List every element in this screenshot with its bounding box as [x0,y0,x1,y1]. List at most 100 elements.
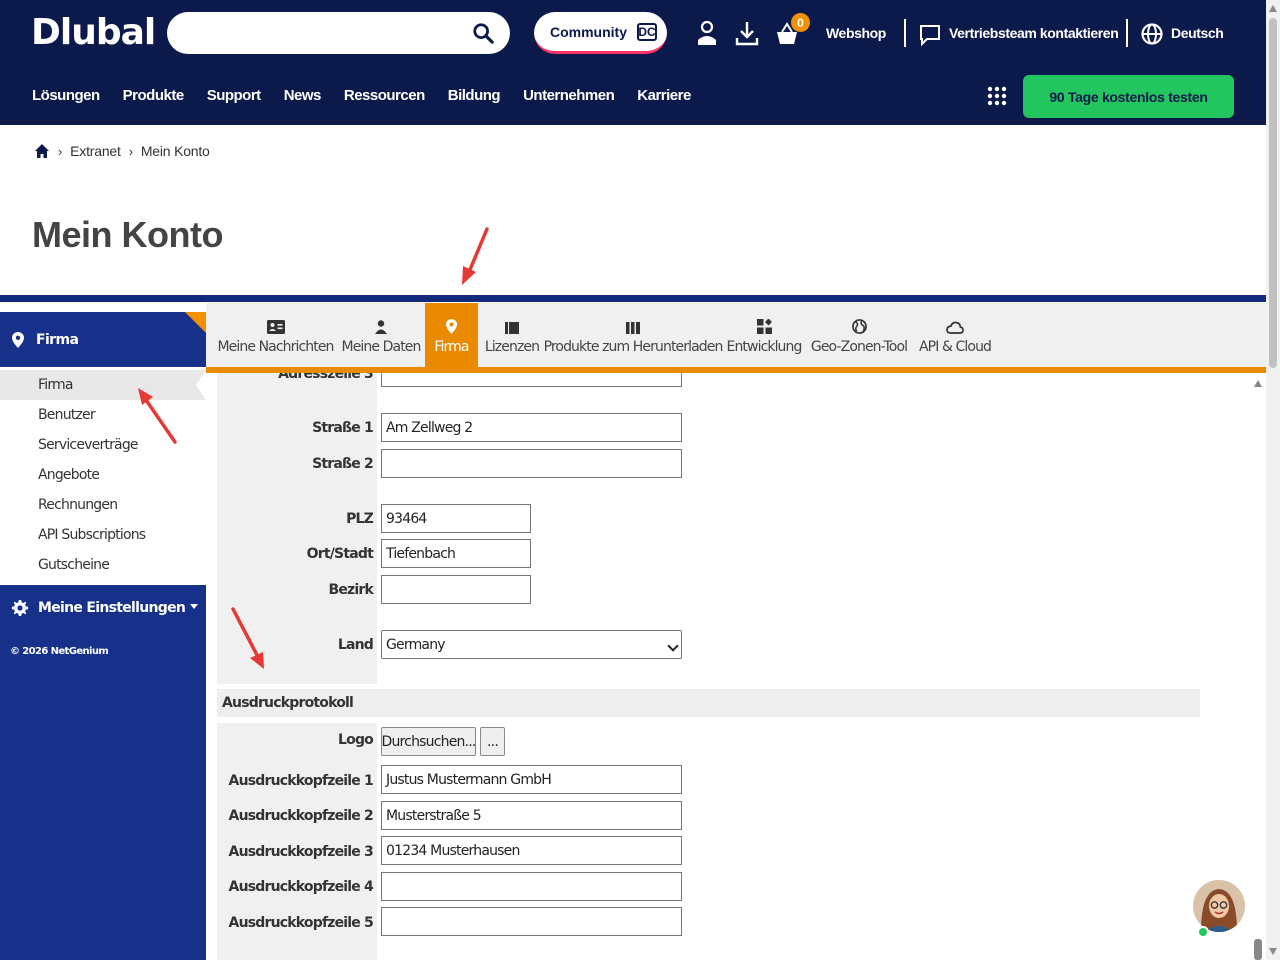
sidebar-section-firma[interactable]: Firma [0,312,206,367]
sidebar-item-servicevertraege[interactable]: Serviceverträge [0,430,206,460]
nav-loesungen[interactable]: Lösungen [32,87,100,104]
sidebar-section-label: Firma [36,331,79,348]
sidebar-item-gutscheine[interactable]: Gutscheine [0,550,206,580]
community-button[interactable]: Community DC [534,12,667,54]
dlubal-logo[interactable]: Dlubal [31,12,156,53]
address3-label: Adresszeile 3 [278,373,374,382]
scroll-up-icon[interactable] [1269,5,1277,12]
tab-label: Entwicklung [726,339,803,355]
tab-entwicklung[interactable]: Entwicklung [727,303,802,367]
more-options-button[interactable]: ... [480,727,505,756]
company-form: Adresszeile 3 Straße 1 Am Zellweg 2 Stra… [206,373,1251,960]
nav-produkte[interactable]: Produkte [123,87,185,104]
main-nav: Lösungen Produkte Support News Ressource… [32,87,691,104]
print-header-5-field[interactable] [381,907,682,936]
sidebar-item-rechnungen[interactable]: Rechnungen [0,490,206,520]
city-field[interactable]: Tiefenbach [381,539,531,568]
online-status-indicator [1197,926,1209,938]
list-icon [505,322,519,334]
page-scroll-thumb[interactable] [1269,18,1277,368]
download-icon[interactable] [735,20,759,46]
tab-api-cloud[interactable]: API & Cloud [918,303,992,367]
nav-unternehmen[interactable]: Unternehmen [523,87,615,104]
globe-icon[interactable] [1140,21,1164,47]
sidebar-item-firma[interactable]: Firma [0,370,206,400]
print-header-4-label: Ausdruckkopfzeile 4 [228,879,374,895]
tab-firma[interactable]: Firma [425,303,478,367]
sidebar: Firma Firma Benutzer Serviceverträge Ang… [0,312,206,960]
sidebar-settings-toggle[interactable]: Meine Einstellungen [0,590,206,626]
print-header-3-field[interactable]: 01234 Musterhausen [381,836,682,865]
site-header: Dlubal Community DC 0 Webshop Vertriebst… [0,0,1266,125]
page-title: Mein Konto [32,214,223,255]
scroll-down-icon[interactable] [1269,948,1277,955]
breadcrumb-extranet[interactable]: Extranet [70,143,121,159]
print-header-5-label: Ausdruckkopfzeile 5 [228,915,374,931]
scroll-up-icon[interactable] [1254,380,1262,387]
tab-label: Lizenzen [484,339,540,355]
search-icon[interactable] [472,22,494,44]
print-header-1-label: Ausdruckkopfzeile 1 [228,773,374,789]
home-icon[interactable] [34,143,50,159]
country-select[interactable]: Germany [381,630,682,659]
user-icon[interactable] [695,20,719,46]
tab-label: Meine Daten [341,339,422,355]
sidebar-submenu: Firma Benutzer Serviceverträge Angebote … [0,367,206,585]
header-divider [1126,19,1128,47]
address3-field[interactable] [381,373,682,387]
tab-label: Meine Nachrichten [217,339,334,355]
nav-ressourcen[interactable]: Ressourcen [344,87,425,104]
logo-label: Logo [338,732,374,748]
print-header-2-label: Ausdruckkopfzeile 2 [228,808,374,824]
street2-label: Straße 2 [312,456,374,472]
webshop-link[interactable]: Webshop [826,25,886,41]
print-header-3-label: Ausdruckkopfzeile 3 [228,844,374,860]
tab-label: Produkte zum Herunterladen [543,339,724,355]
district-field[interactable] [381,575,531,604]
language-selector[interactable]: Deutsch [1171,25,1224,41]
tab-meine-daten[interactable]: Meine Daten [341,303,422,367]
street1-label: Straße 1 [312,420,374,436]
district-label: Bezirk [328,582,373,598]
contact-sales-link[interactable]: Vertriebsteam kontaktieren [949,25,1119,41]
zip-field[interactable]: 93464 [381,504,531,533]
tab-meine-nachrichten[interactable]: Meine Nachrichten [216,303,335,367]
tab-produkte-herunterladen[interactable]: Produkte zum Herunterladen [544,303,723,367]
nav-news[interactable]: News [284,87,322,104]
print-header-2-field[interactable]: Musterstraße 5 [381,801,682,830]
street2-field[interactable] [381,449,682,478]
chevron-right-icon: › [58,143,63,159]
scroll-thumb[interactable] [1254,939,1262,960]
print-header-4-field[interactable] [381,872,682,901]
copyright-text: © 2026 NetGenium [10,646,109,657]
print-header-1-field[interactable]: Justus Mustermann GmbH [381,765,682,794]
search-input[interactable] [167,12,510,54]
support-chat-avatar[interactable] [1193,880,1245,932]
page-scrollbar[interactable] [1266,0,1280,960]
app-grid-icon[interactable] [987,86,1007,106]
sidebar-item-benutzer[interactable]: Benutzer [0,400,206,430]
free-trial-button[interactable]: 90 Tage kostenlos testen [1023,75,1234,118]
sidebar-item-angebote[interactable]: Angebote [0,460,206,490]
street1-field[interactable]: Am Zellweg 2 [381,413,682,442]
gear-icon [12,600,28,616]
tab-label: Geo-Zonen-Tool [810,339,908,355]
chat-icon[interactable] [918,22,942,48]
header-divider [904,19,906,47]
city-label: Ort/Stadt [306,546,374,562]
annotation-arrow-firma-tab [462,227,489,285]
nav-support[interactable]: Support [207,87,262,104]
nav-karriere[interactable]: Karriere [637,87,691,104]
community-badge-icon: DC [637,22,657,41]
cart-count-badge: 0 [791,13,810,32]
form-scrollbar[interactable] [1251,373,1266,960]
tab-label: Firma [434,339,469,355]
chevron-right-icon: › [128,143,133,159]
sidebar-item-api-subscriptions[interactable]: API Subscriptions [0,520,206,550]
tab-lizenzen[interactable]: Lizenzen [484,303,540,367]
tab-geo-zonen-tool[interactable]: Geo-Zonen-Tool [811,303,908,367]
print-section-header: Ausdruckprotokoll [217,689,1200,717]
browse-button[interactable]: Durchsuchen... [381,727,476,756]
nav-bildung[interactable]: Bildung [448,87,501,104]
tab-label: API & Cloud [918,339,992,355]
